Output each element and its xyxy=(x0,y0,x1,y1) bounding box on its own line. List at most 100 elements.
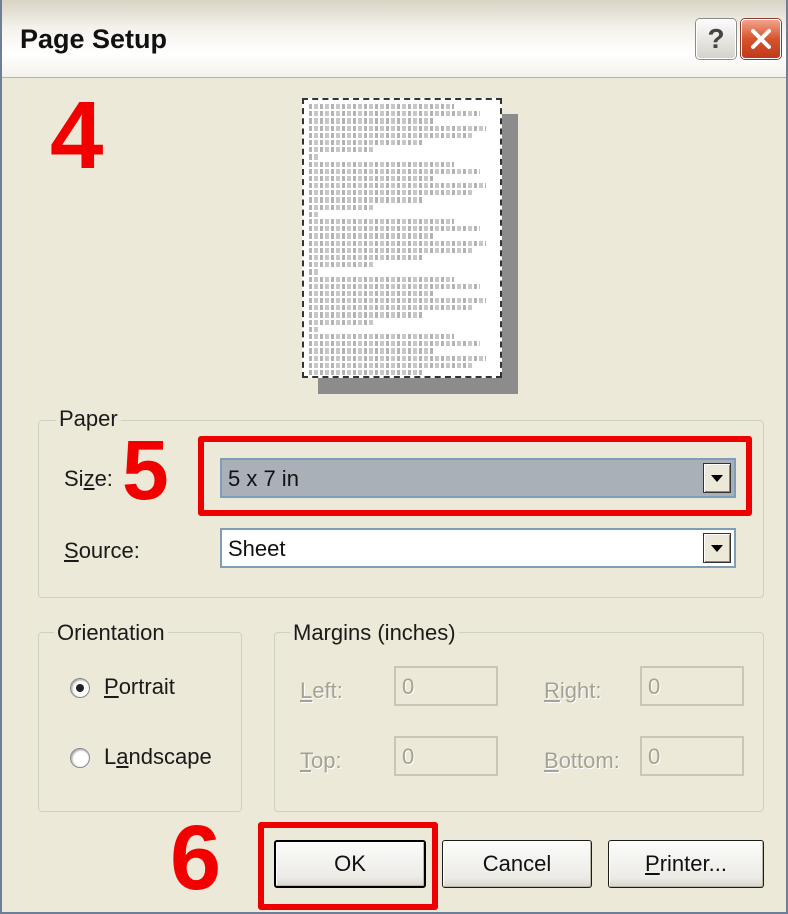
step-number-4: 4 xyxy=(50,82,104,189)
paper-size-label-part: e: xyxy=(94,466,113,491)
preview-text-line xyxy=(309,190,473,198)
preview-text-line xyxy=(309,125,486,133)
margin-bottom-label-accel: B xyxy=(544,748,559,773)
margin-left-value: 0 xyxy=(402,674,415,699)
margin-right-label-accel: R xyxy=(544,678,560,703)
preview-text-line xyxy=(309,362,473,370)
cancel-button[interactable]: Cancel xyxy=(442,840,592,888)
page-preview-sheet xyxy=(302,98,502,378)
paper-size-label: Size: xyxy=(64,466,113,492)
cancel-button-label: Cancel xyxy=(482,851,552,876)
margin-bottom-value: 0 xyxy=(648,744,661,769)
preview-text-line xyxy=(309,269,319,277)
landscape-label[interactable]: Landscape xyxy=(104,744,212,770)
printer-button-label-part: rinter... xyxy=(659,851,727,876)
preview-text-line xyxy=(309,262,375,270)
preview-text-line xyxy=(309,211,319,219)
margin-right-label: Right: xyxy=(544,678,601,704)
landscape-label-accel: a xyxy=(116,744,129,769)
step-number-6: 6 xyxy=(170,807,222,909)
margin-left-label-part: eft: xyxy=(312,678,343,703)
preview-text-line xyxy=(309,139,425,148)
portrait-label[interactable]: Portrait xyxy=(104,674,175,700)
chevron-down-icon xyxy=(711,544,723,552)
page-preview xyxy=(302,98,518,394)
preview-text-line xyxy=(309,204,375,212)
landscape-label-part: L xyxy=(104,744,117,769)
step-5-highlight-box xyxy=(198,436,752,516)
preview-text-line xyxy=(309,104,455,112)
margin-right-value: 0 xyxy=(648,674,661,699)
margins-group-label: Margins (inches) xyxy=(290,620,459,646)
portrait-radio[interactable] xyxy=(70,678,90,698)
paper-group-label: Paper xyxy=(56,406,121,432)
margin-bottom-label-part: ottom: xyxy=(558,748,620,773)
margin-top-label: Top: xyxy=(300,748,342,774)
preview-text-line xyxy=(309,132,473,140)
paper-size-label-part: Si xyxy=(64,466,84,491)
step-number-5: 5 xyxy=(122,423,169,517)
paper-source-label-part: ource: xyxy=(78,538,140,563)
preview-text-line xyxy=(309,298,486,306)
preview-text-line xyxy=(309,276,455,284)
preview-text-line xyxy=(309,111,481,119)
printer-button-label: Printer... xyxy=(645,851,727,877)
margin-right-input[interactable]: 0 xyxy=(640,666,744,706)
preview-text-line xyxy=(309,312,425,320)
help-button[interactable]: ? xyxy=(696,19,736,59)
printer-button[interactable]: Printer... xyxy=(608,840,764,888)
preview-text-line xyxy=(309,369,425,376)
preview-text-line xyxy=(309,118,436,126)
page-setup-dialog: Page Setup ? 4 Paper Size: 5 5 x 7 in So… xyxy=(0,0,788,914)
preview-text-line xyxy=(309,233,436,241)
preview-text-line xyxy=(309,183,486,191)
paper-source-label: Source: xyxy=(64,538,140,564)
margin-bottom-label: Bottom: xyxy=(544,748,620,774)
paper-source-dropdown-button[interactable] xyxy=(703,533,731,563)
step-6-highlight-box xyxy=(258,822,438,910)
preview-text-line xyxy=(309,348,436,356)
preview-text-line xyxy=(309,326,319,334)
close-button[interactable] xyxy=(741,19,781,59)
margin-top-value: 0 xyxy=(402,744,415,769)
preview-text-line xyxy=(309,161,455,169)
preview-text-line xyxy=(309,305,473,313)
preview-text-line xyxy=(309,355,486,363)
preview-text-line xyxy=(309,334,455,342)
margin-left-input[interactable]: 0 xyxy=(394,666,498,706)
margin-right-label-part: ight: xyxy=(559,678,602,703)
margin-bottom-input[interactable]: 0 xyxy=(640,736,744,776)
preview-text-line xyxy=(309,247,473,255)
dialog-title: Page Setup xyxy=(20,24,168,54)
close-icon xyxy=(751,29,771,49)
landscape-radio[interactable] xyxy=(70,748,90,768)
preview-text-line xyxy=(309,197,425,205)
preview-text-line xyxy=(309,283,481,291)
orientation-group xyxy=(38,632,242,812)
preview-text-line xyxy=(309,319,375,327)
portrait-label-part: ortrait xyxy=(118,674,175,699)
landscape-label-part: ndscape xyxy=(128,744,212,769)
margin-top-label-part: op: xyxy=(311,748,342,773)
preview-text-line xyxy=(309,175,436,184)
margin-left-label: Left: xyxy=(300,678,343,704)
preview-text-line xyxy=(309,254,425,263)
preview-text-line xyxy=(309,147,375,155)
paper-source-label-accel: S xyxy=(64,538,79,563)
margins-group xyxy=(274,632,764,812)
preview-text-line xyxy=(309,341,481,349)
margin-top-label-accel: T xyxy=(300,748,311,773)
paper-source-value: Sheet xyxy=(228,536,286,561)
preview-text-line xyxy=(309,290,436,299)
portrait-label-accel: P xyxy=(104,674,119,699)
preview-text-line xyxy=(309,219,455,227)
printer-button-accel: P xyxy=(645,851,660,876)
preview-text-line xyxy=(309,240,486,248)
margin-top-input[interactable]: 0 xyxy=(394,736,498,776)
preview-text-line xyxy=(309,168,481,176)
paper-source-dropdown[interactable]: Sheet xyxy=(220,528,736,568)
help-icon: ? xyxy=(707,23,725,54)
preview-text-line xyxy=(309,226,481,234)
margin-left-label-accel: L xyxy=(300,678,313,703)
title-bar[interactable]: Page Setup ? xyxy=(2,0,786,78)
